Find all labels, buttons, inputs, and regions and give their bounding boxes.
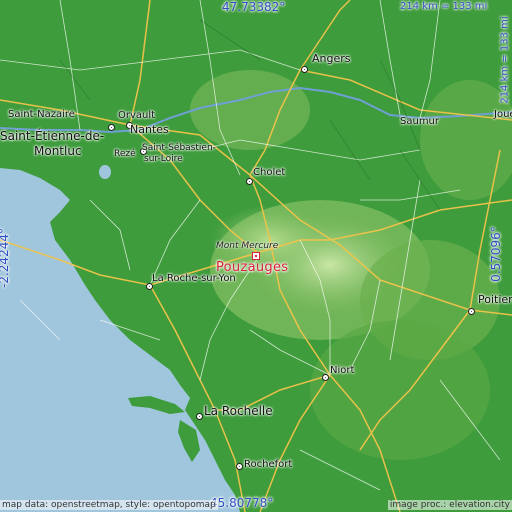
coord-right: 0.57096° (488, 226, 503, 282)
label-joue: Joué (494, 109, 512, 120)
city-dot-angers (301, 66, 308, 73)
label-saint-nazaire: Saint-Nazaire (8, 109, 75, 120)
coord-top: 47.73382° (222, 0, 286, 14)
label-saint-sebastien-1: Saint-Sébastien- (142, 143, 216, 153)
footer-attribution: map data: openstreetmap, style: opentopo… (0, 500, 218, 510)
city-dot-la-roche (146, 283, 153, 290)
scale-right: 214 km = 133 mi (499, 16, 511, 104)
city-dot-la-rochelle (196, 413, 203, 420)
label-cholet: Cholet (253, 167, 286, 178)
city-dot-niort (322, 374, 329, 381)
city-dot-rochefort (236, 463, 243, 470)
coord-left: -2.24244° (0, 228, 11, 288)
footer-credit: image proc.: elevation.city (387, 500, 512, 510)
city-dot-poitiers (468, 308, 475, 315)
pouzauges-marker[interactable] (252, 252, 260, 260)
label-saumur: Saumur (400, 116, 440, 127)
scale-top: 214 km = 133 mi (400, 1, 488, 12)
city-dot-saint-etienne (108, 124, 115, 131)
label-rochefort: Rochefort (244, 459, 293, 470)
elevation-map[interactable]: Angers Saint-Nazaire Orvault Nantes Sain… (0, 0, 512, 512)
label-niort: Niort (330, 365, 355, 376)
label-saint-etienne-2: Montluc (34, 144, 82, 158)
label-saint-etienne-1: Saint-Étienne-de- (0, 129, 105, 143)
label-saint-sebastien-2: sur-Loire (144, 154, 183, 164)
label-angers: Angers (312, 52, 351, 65)
label-la-rochelle: La Rochelle (204, 404, 273, 418)
label-la-roche: La Roche-sur-Yon (152, 273, 236, 284)
label-mont-mercure: Mont Mercure (216, 241, 279, 251)
label-orvault: Orvault (118, 110, 156, 121)
coord-bottom: 45.80778° (210, 496, 274, 510)
label-nantes: Nantes (130, 123, 169, 136)
label-poitiers: Poitier (478, 293, 512, 306)
label-reze: Rezé (114, 149, 136, 159)
city-dot-cholet (246, 178, 253, 185)
